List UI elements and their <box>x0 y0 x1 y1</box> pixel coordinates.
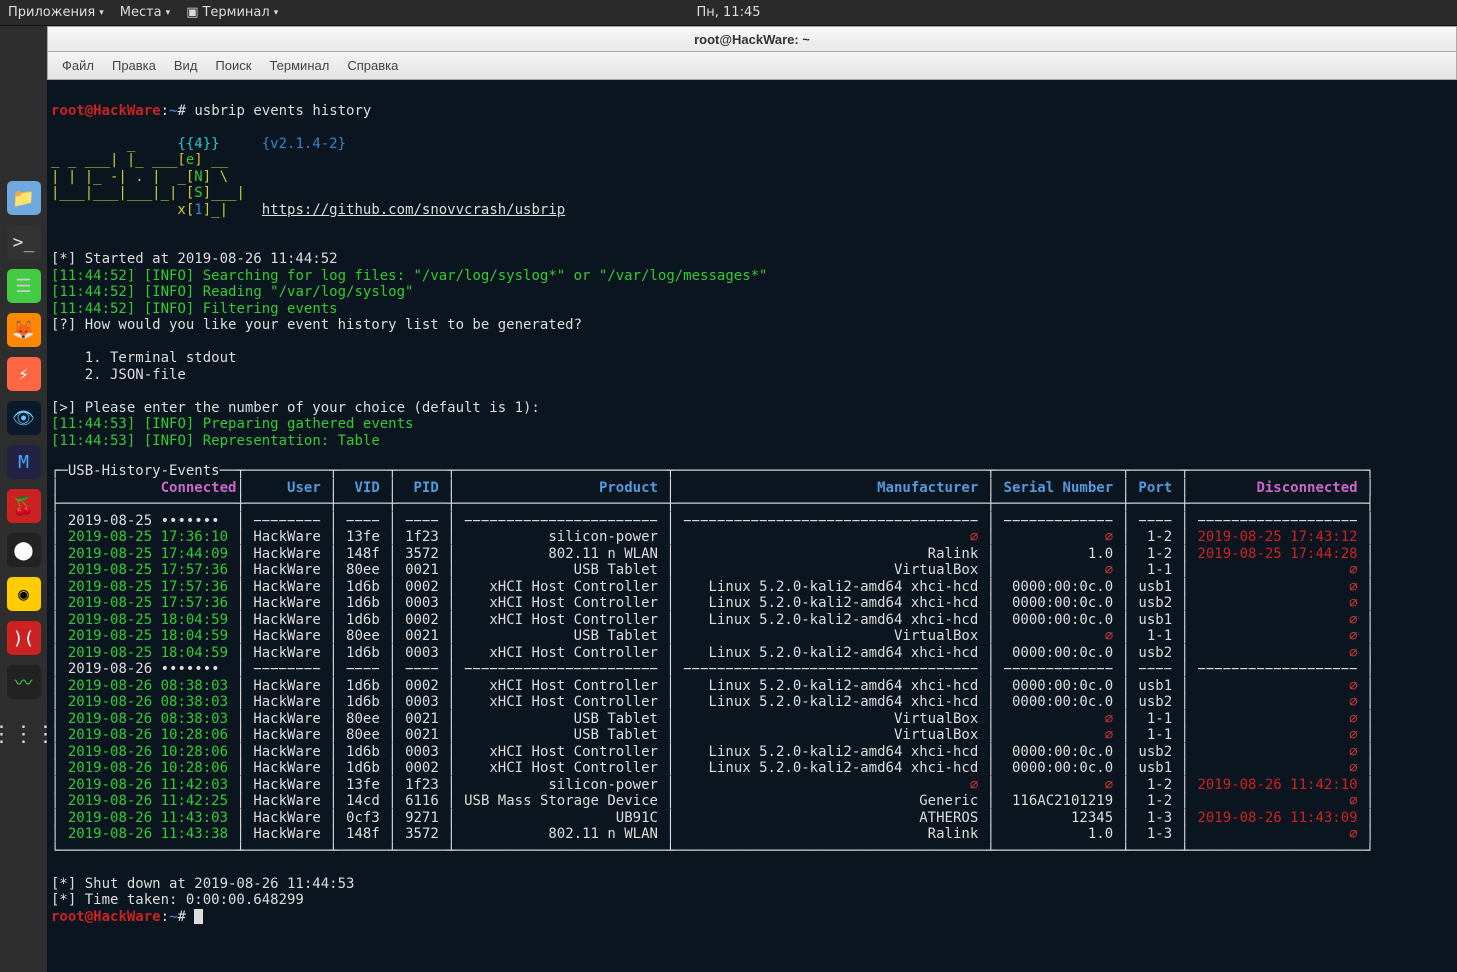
prompt-user: root <box>51 103 85 119</box>
chevron-down-icon: ▾ <box>166 8 171 18</box>
gnome-topbar: Приложения▾ Места▾ ▣Терминал▾ Пн, 11:45 <box>0 0 1457 26</box>
menu-view[interactable]: Вид <box>174 58 198 73</box>
command: usbrip events history <box>194 103 371 119</box>
obs-icon[interactable]: ⬤ <box>7 533 41 567</box>
terminal-menu[interactable]: ▣Терминал▾ <box>186 5 278 20</box>
option-json: 2. JSON-file <box>85 367 186 383</box>
log-prompt: [>] Please enter the number of your choi… <box>51 400 548 416</box>
places-menu[interactable]: Места▾ <box>120 5 170 20</box>
ascii-art: _ <box>51 136 177 152</box>
dock: 📁 >_ ☰ 🦊 ⚡ 👁 M 🍒 ⬤ ◉ )( 〰 ⋮⋮⋮ <box>0 26 47 972</box>
menu-edit[interactable]: Правка <box>112 58 156 73</box>
menu-file[interactable]: Файл <box>62 58 94 73</box>
option-stdout: 1. Terminal stdout <box>85 350 237 366</box>
terminal-menubar: Файл Правка Вид Поиск Терминал Справка <box>47 52 1457 80</box>
system-monitor-icon[interactable]: 〰 <box>7 665 41 699</box>
chevron-down-icon: ▾ <box>99 8 104 18</box>
log-time: [*] Time taken: 0:00:00.648299 <box>51 892 304 908</box>
text-editor-icon[interactable]: ☰ <box>7 269 41 303</box>
log-question: [?] How would you like your event histor… <box>51 317 582 333</box>
metasploit-icon[interactable]: M <box>7 445 41 479</box>
app-icon[interactable]: ◉ <box>7 577 41 611</box>
burp-icon[interactable]: ⚡ <box>7 357 41 391</box>
menu-terminal[interactable]: Терминал <box>269 58 329 73</box>
prompt-host: HackWare <box>93 103 160 119</box>
cursor <box>194 909 203 924</box>
firefox-icon[interactable]: 🦊 <box>7 313 41 347</box>
clock[interactable]: Пн, 11:45 <box>488 5 968 20</box>
window-titlebar[interactable]: root@HackWare: ~ <box>47 26 1457 52</box>
app-icon[interactable]: )( <box>7 621 41 655</box>
github-url[interactable]: https://github.com/snovvcrash/usbrip <box>262 202 565 218</box>
log-shutdown: [*] Shut down at 2019-08-26 11:44:53 <box>51 876 354 892</box>
terminal-content[interactable]: root@HackWare:~# usbrip events history _… <box>47 80 1457 972</box>
version: {v2.1.4-2} <box>262 136 346 152</box>
terminal-app-icon[interactable]: >_ <box>7 225 41 259</box>
files-icon[interactable]: 📁 <box>7 181 41 215</box>
show-apps-icon[interactable]: ⋮⋮⋮ <box>7 717 41 751</box>
log-started: [*] Started at 2019-08-26 11:44:52 <box>51 251 338 267</box>
cherrytree-icon[interactable]: 🍒 <box>7 489 41 523</box>
usb-history-table: ┌─USB-History-Events──┬──────────┬──────… <box>51 463 1453 859</box>
wireshark-icon[interactable]: 👁 <box>7 401 41 435</box>
chevron-down-icon: ▾ <box>274 8 279 18</box>
terminal-icon: ▣ <box>186 5 198 20</box>
menu-help[interactable]: Справка <box>347 58 398 73</box>
applications-menu[interactable]: Приложения▾ <box>8 5 104 20</box>
menu-search[interactable]: Поиск <box>215 58 251 73</box>
